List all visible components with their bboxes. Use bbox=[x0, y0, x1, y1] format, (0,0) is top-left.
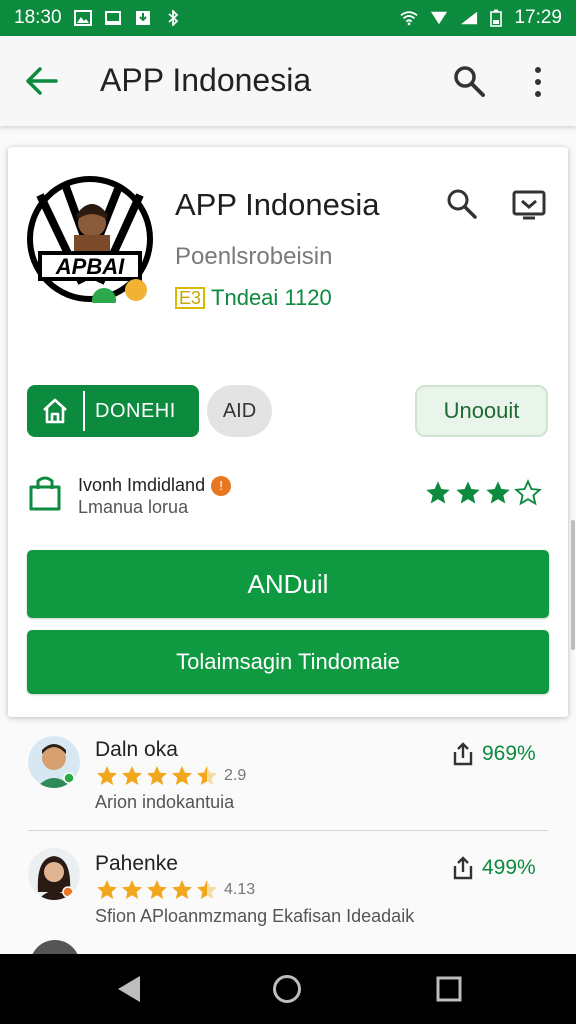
wifi-icon bbox=[400, 11, 419, 26]
nav-back-icon[interactable] bbox=[116, 974, 142, 1004]
toolbar-title: APP Indonesia bbox=[100, 62, 312, 98]
review-score: 4.13 bbox=[224, 881, 256, 898]
back-arrow-icon[interactable] bbox=[24, 66, 58, 96]
battery-icon bbox=[490, 9, 503, 27]
home-icon bbox=[27, 385, 83, 437]
review-item[interactable]: Daln oka 2.9 Arion indokantuia 969% bbox=[0, 730, 576, 840]
app-logo: APBAI bbox=[27, 176, 153, 303]
secondary-action-button[interactable]: Tolaimsagin Tindomaie bbox=[27, 630, 549, 694]
status-time-left: 18:30 bbox=[14, 7, 62, 28]
aid-button[interactable]: AID bbox=[207, 385, 272, 437]
app-developer[interactable]: Poenlsrobeisin bbox=[175, 243, 332, 271]
rating-stars bbox=[424, 479, 542, 507]
star-half-icon bbox=[197, 766, 217, 785]
rating-subtitle: Lmanua loruа bbox=[78, 497, 189, 517]
button-separator bbox=[83, 391, 85, 431]
review-stars: 2.9 bbox=[95, 764, 246, 788]
star-filled-icon bbox=[456, 481, 480, 504]
share-icon bbox=[453, 742, 473, 766]
home-install-label: DONEHI bbox=[95, 399, 176, 422]
app-logo-text: APBAI bbox=[55, 254, 125, 279]
signal-icon bbox=[431, 11, 448, 25]
review-share[interactable]: 499% bbox=[452, 856, 536, 880]
star-filled-icon bbox=[172, 766, 192, 785]
scrollbar[interactable] bbox=[571, 520, 575, 650]
review-item[interactable]: Pahenke 4.13 Sfion APloanmzmang Ekafisan… bbox=[0, 842, 576, 952]
review-score: 2.9 bbox=[224, 767, 247, 784]
rating-title-text: Ivonh Imdidland bbox=[78, 475, 206, 495]
review-share-value: 499% bbox=[482, 856, 536, 879]
star-filled-icon bbox=[97, 880, 117, 899]
unoout-button[interactable]: Unoouit bbox=[415, 385, 548, 437]
review-text: Sfion APloanmzmang Ekafisan Ideadaik bbox=[95, 906, 415, 926]
status-right: 17:29 bbox=[400, 7, 562, 29]
meta-badge: E3 bbox=[175, 287, 206, 309]
nav-home-icon[interactable] bbox=[272, 974, 302, 1004]
system-nav-bar bbox=[0, 954, 576, 1024]
rating-title: Ivonh Imdidland ! bbox=[78, 475, 232, 496]
search-icon[interactable] bbox=[444, 187, 478, 221]
app-name: APP Indonesia bbox=[175, 187, 380, 222]
star-filled-icon bbox=[426, 481, 450, 504]
avatar bbox=[28, 848, 80, 900]
gallery-notification-icon bbox=[104, 11, 121, 25]
star-filled-icon bbox=[97, 766, 117, 785]
star-filled-icon bbox=[122, 766, 142, 785]
star-filled-icon bbox=[486, 481, 510, 504]
status-left: 18:30 bbox=[14, 7, 182, 29]
review-text: Arion indokantuia bbox=[95, 792, 235, 812]
star-filled-icon bbox=[172, 880, 192, 899]
status-time-right: 17:29 bbox=[514, 7, 562, 28]
star-outline-icon bbox=[514, 479, 542, 506]
review-stars: 4.13 bbox=[95, 878, 255, 902]
app-meta: E3 Tndeai 1120 bbox=[175, 285, 332, 311]
meta-text: Tndeai 1120 bbox=[211, 285, 332, 310]
star-filled-icon bbox=[122, 880, 142, 899]
app-detail-card: APBAI APP Indonesia Poenlsrobeisin E3 Tn… bbox=[8, 147, 568, 717]
review-share-value: 969% bbox=[482, 742, 536, 765]
search-icon[interactable] bbox=[452, 64, 486, 98]
primary-action-button[interactable]: ANDuil bbox=[27, 550, 549, 618]
star-half-icon bbox=[197, 880, 217, 899]
home-install-button[interactable]: DONEHI bbox=[27, 385, 199, 437]
status-bar: 18:30 17:29 bbox=[0, 0, 576, 36]
image-notification-icon bbox=[73, 10, 92, 26]
bluetooth-icon bbox=[167, 10, 178, 26]
share-icon bbox=[453, 856, 473, 880]
more-vert-icon[interactable] bbox=[528, 64, 548, 100]
star-filled-icon bbox=[147, 880, 167, 899]
review-share[interactable]: 969% bbox=[452, 742, 536, 766]
avatar bbox=[28, 736, 80, 788]
star-filled-icon bbox=[147, 766, 167, 785]
nav-recents-icon[interactable] bbox=[436, 976, 462, 1002]
review-author: Pahenke bbox=[95, 852, 178, 875]
review-divider bbox=[28, 830, 548, 831]
cell-signal-icon bbox=[461, 11, 478, 25]
app-toolbar: APP Indonesia bbox=[0, 36, 576, 126]
shopping-bag-icon bbox=[29, 476, 61, 511]
info-badge: ! bbox=[211, 475, 232, 496]
review-author: Daln oka bbox=[95, 738, 178, 761]
cast-screen-icon[interactable] bbox=[512, 189, 546, 221]
download-notification-icon bbox=[135, 11, 150, 25]
